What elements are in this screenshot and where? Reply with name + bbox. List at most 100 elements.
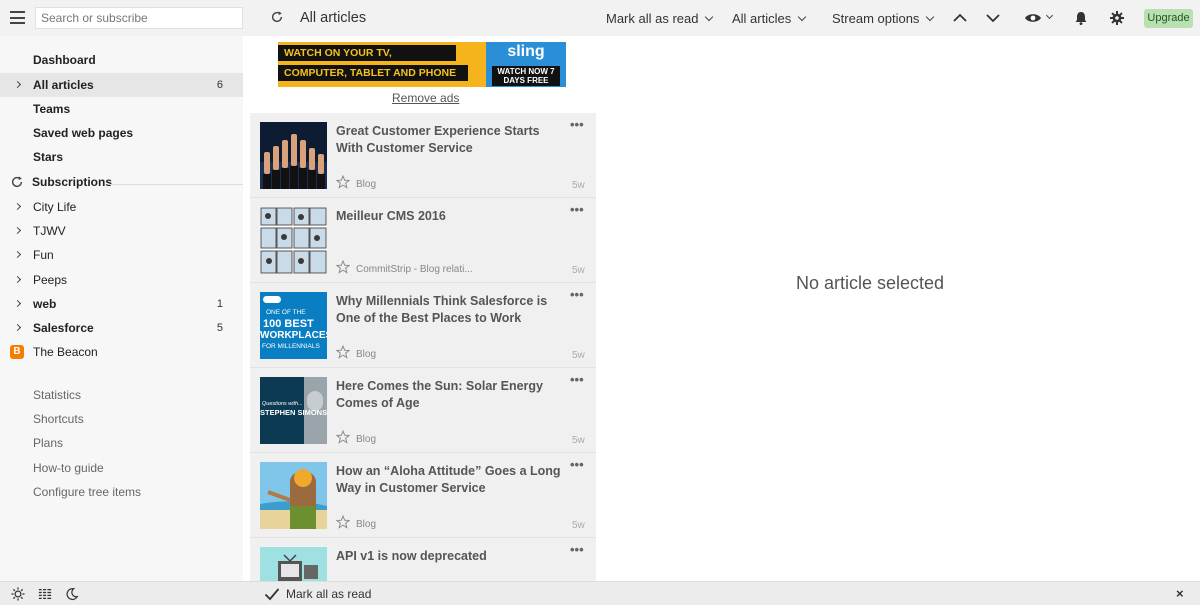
sun-icon[interactable] (11, 587, 25, 601)
how-to-guide-link[interactable]: How-to guide (33, 461, 104, 475)
sidebar-item-the-beacon[interactable]: B The Beacon (0, 340, 243, 364)
article-card[interactable]: Questions with... STEPHEN SIMONS Here Co… (250, 368, 596, 453)
ad-line: COMPUTER, TABLET AND PHONE (278, 65, 468, 81)
gear-icon[interactable] (1109, 10, 1125, 26)
chevron-down-icon (926, 12, 935, 22)
sidebar-item-fun[interactable]: Fun (0, 243, 243, 267)
refresh-icon[interactable] (270, 10, 284, 24)
bottom-bar: Mark all as read × (0, 581, 1200, 605)
density-icon[interactable] (38, 587, 52, 601)
more-options-icon[interactable]: ••• (570, 457, 584, 472)
sidebar-item-label: All articles (33, 78, 94, 92)
sidebar-item-label: TJWV (33, 224, 66, 238)
star-icon[interactable] (336, 260, 350, 274)
chevron-up-icon[interactable] (952, 10, 968, 26)
advertisement-banner[interactable]: WATCH ON YOUR TV, COMPUTER, TABLET AND P… (278, 42, 566, 87)
article-card[interactable]: Meilleur CMS 2016 ••• CommitStrip - Blog… (250, 198, 596, 283)
sidebar-item-subscriptions[interactable]: Subscriptions (0, 170, 243, 194)
article-card[interactable]: ONE OF THE 100 BEST WORKPLACES FOR MILLE… (250, 283, 596, 368)
article-source: Blog (356, 434, 377, 445)
close-icon[interactable]: × (1176, 586, 1184, 601)
thumb-text: WORKPLACES (260, 330, 327, 341)
sidebar-item-label: Fun (33, 248, 54, 262)
sidebar-item-label: Stars (33, 150, 64, 164)
more-options-icon[interactable]: ••• (570, 287, 584, 302)
star-icon[interactable] (336, 345, 350, 359)
sidebar-item-teams[interactable]: Teams (0, 97, 243, 121)
article-title: Meilleur CMS 2016 (336, 209, 446, 223)
unread-count: 5 (216, 322, 223, 334)
sidebar-item-tjwv[interactable]: TJWV (0, 219, 243, 243)
chevron-right-icon[interactable] (13, 202, 22, 211)
sidebar-item-saved-web-pages[interactable]: Saved web pages (0, 121, 243, 145)
ad-text: WATCH ON YOUR TV, COMPUTER, TABLET AND P… (278, 45, 468, 85)
article-age: 5w (572, 350, 585, 361)
empty-state-message: No article selected (796, 273, 945, 293)
menu-icon[interactable] (10, 11, 25, 24)
article-source: Blog (356, 519, 377, 530)
sidebar-item-salesforce[interactable]: Salesforce 5 (0, 316, 243, 340)
article-card[interactable]: Great Customer Experience Starts With Cu… (250, 113, 596, 198)
upgrade-button[interactable]: Upgrade (1144, 9, 1193, 28)
top-bar: All articles Mark all as read All articl… (0, 0, 1200, 36)
remove-ads-link[interactable]: Remove ads (392, 91, 459, 105)
more-options-icon[interactable]: ••• (570, 117, 584, 132)
sidebar-item-city-life[interactable]: City Life (0, 195, 243, 219)
article-card[interactable]: How an “Aloha Attitude” Goes a Long Way … (250, 453, 596, 538)
configure-tree-items-link[interactable]: Configure tree items (33, 485, 141, 499)
star-icon[interactable] (336, 430, 350, 444)
sidebar-item-peeps[interactable]: Peeps (0, 268, 243, 292)
more-options-icon[interactable]: ••• (570, 542, 584, 557)
sidebar-item-web[interactable]: web 1 (0, 292, 243, 316)
star-icon[interactable] (336, 515, 350, 529)
chevron-right-icon[interactable] (13, 275, 22, 284)
thumb-text: ONE OF THE (266, 309, 306, 316)
unread-count: 1 (216, 298, 223, 310)
article-thumbnail (260, 207, 327, 274)
chevron-right-icon[interactable] (13, 299, 22, 308)
mark-all-read-button[interactable]: Mark all as read (286, 587, 371, 601)
mark-all-read-dropdown[interactable]: Mark all as read (606, 11, 714, 26)
sidebar-item-all-articles[interactable]: All articles 6 (0, 73, 243, 97)
sidebar: Dashboard All articles 6 Teams Saved web… (0, 36, 243, 581)
salesforce-logo (263, 296, 281, 303)
stream-options-label: Stream options (832, 11, 920, 26)
search-input[interactable] (35, 7, 243, 29)
more-options-icon[interactable]: ••• (570, 372, 584, 387)
chevron-right-icon[interactable] (13, 250, 22, 259)
star-icon[interactable] (336, 175, 350, 189)
sidebar-item-stars[interactable]: Stars (0, 145, 243, 169)
filter-dropdown[interactable]: All articles (732, 11, 807, 26)
thumb-text: 100 BEST (263, 318, 314, 330)
stream-options-dropdown[interactable]: Stream options (832, 11, 935, 26)
sidebar-item-label: The Beacon (33, 345, 98, 359)
article-title: Great Customer Experience Starts With Cu… (336, 124, 540, 155)
shortcuts-link[interactable]: Shortcuts (33, 412, 84, 426)
statistics-link[interactable]: Statistics (33, 388, 81, 402)
plans-link[interactable]: Plans (33, 436, 63, 450)
article-title: Why Millennials Think Salesforce is One … (336, 294, 548, 325)
article-card[interactable]: API v1 is now deprecated ••• (250, 538, 596, 581)
moon-icon[interactable] (65, 587, 79, 601)
article-title: How an “Aloha Attitude” Goes a Long Way … (336, 464, 561, 495)
sidebar-item-dashboard[interactable]: Dashboard (0, 48, 243, 72)
ad-line: WATCH ON YOUR TV, (278, 45, 456, 61)
thumb-text: STEPHEN SIMONS (260, 408, 327, 417)
ad-brand: sling (507, 43, 545, 60)
chevron-right-icon[interactable] (13, 226, 22, 235)
article-thumbnail (260, 122, 327, 189)
view-options-dropdown[interactable] (1024, 10, 1056, 26)
article-age: 5w (572, 435, 585, 446)
bell-icon[interactable] (1073, 10, 1089, 26)
unread-count: 6 (216, 79, 223, 91)
ad-cta: WATCH NOW 7 DAYS FREE (492, 66, 560, 86)
chevron-down-icon[interactable] (985, 10, 1001, 26)
more-options-icon[interactable]: ••• (570, 202, 584, 217)
refresh-icon[interactable] (10, 175, 24, 189)
article-thumbnail (260, 547, 327, 581)
chevron-right-icon[interactable] (13, 323, 22, 332)
chevron-down-icon (1045, 11, 1054, 20)
chevron-right-icon[interactable] (13, 80, 22, 89)
article-source: Blog (356, 179, 377, 190)
article-title: Here Comes the Sun: Solar Energy Comes o… (336, 379, 544, 410)
